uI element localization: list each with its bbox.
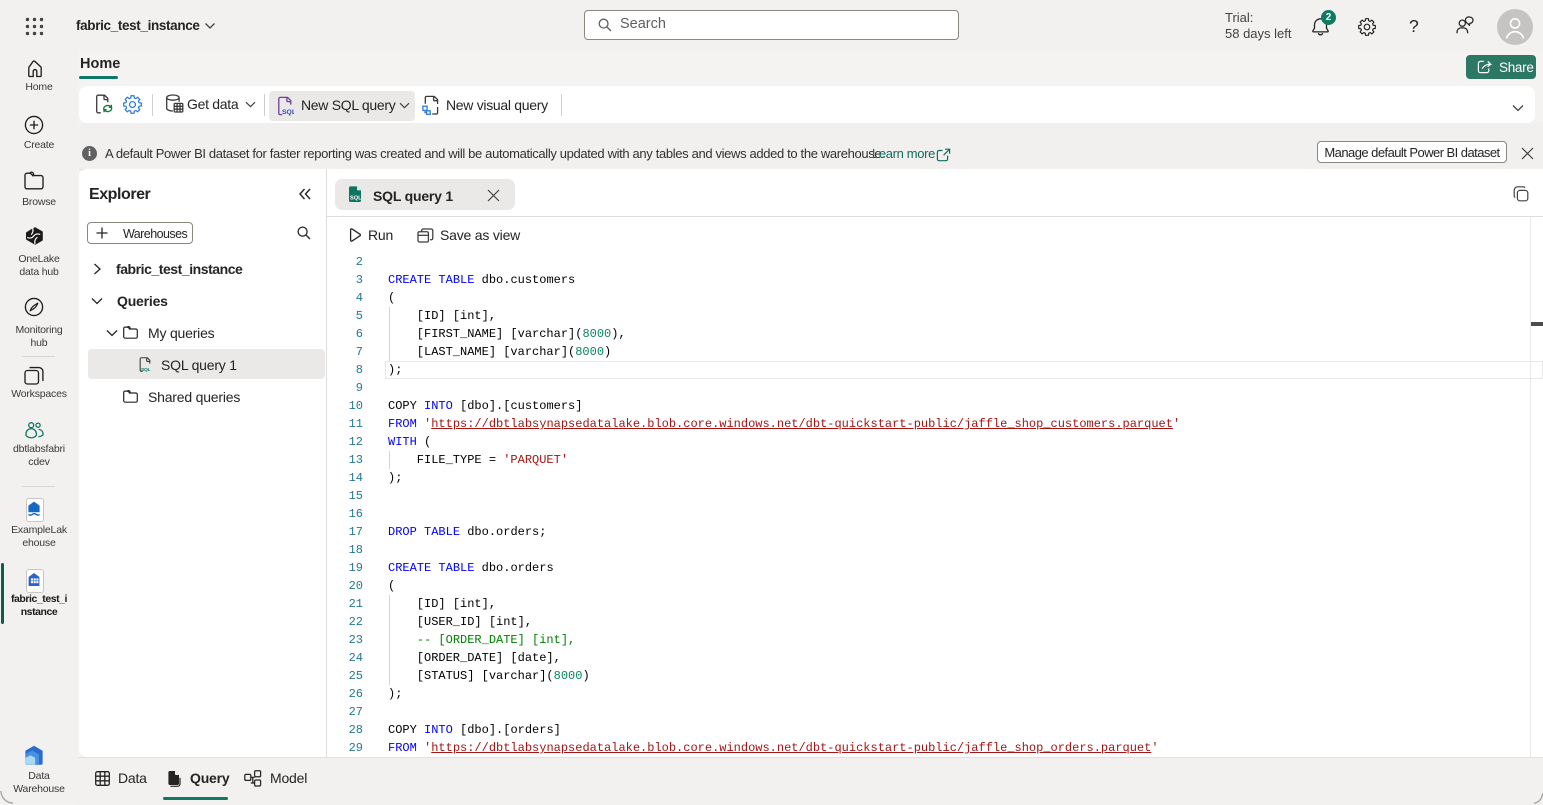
svg-text:SQL: SQL bbox=[141, 367, 151, 372]
svg-text:SQL: SQL bbox=[282, 109, 294, 116]
svg-text:SQL: SQL bbox=[350, 196, 362, 202]
